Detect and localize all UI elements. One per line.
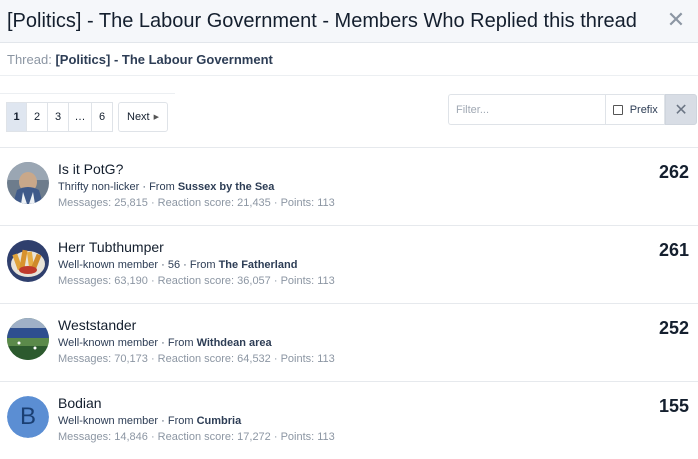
from-label: From — [149, 181, 175, 193]
member-stats: Messages: 25,815 · Reaction score: 21,43… — [58, 197, 335, 209]
close-icon: ✕ — [674, 101, 688, 119]
avatar-photo-icon — [7, 240, 49, 282]
member-title: Well-known member — [58, 415, 159, 427]
avatar[interactable] — [7, 240, 49, 282]
from-label: From — [167, 337, 194, 349]
avatar-photo-icon — [7, 162, 49, 204]
member-info: Thrifty non-licker · From Sussex by the … — [58, 181, 275, 193]
page-ellipsis-button[interactable]: … — [68, 102, 92, 132]
member-info: Well-known member · From Withdean area — [58, 337, 272, 349]
reply-count: 252 — [658, 318, 689, 338]
member-location: Sussex by the Sea — [177, 181, 275, 193]
reply-count: 155 — [658, 396, 689, 416]
divider — [0, 93, 175, 94]
reply-count: 261 — [658, 240, 689, 260]
list-item: Is it PotG? Thrifty non-licker · From Su… — [0, 147, 698, 225]
member-name-link[interactable]: Herr Tubthumper — [58, 239, 164, 255]
pagination: 1 2 3 … 6 Next ▶ — [6, 102, 169, 132]
clear-filter-button[interactable]: ✕ — [665, 94, 697, 125]
avatar-letter: B — [7, 396, 49, 438]
next-page-button[interactable]: Next ▶ — [118, 102, 169, 132]
from-label: From — [167, 415, 194, 427]
member-location: Cumbria — [196, 415, 242, 427]
member-location: Withdean area — [196, 337, 272, 349]
close-icon[interactable]: ✕ — [666, 9, 686, 31]
member-stats: Messages: 70,173 · Reaction score: 64,53… — [58, 353, 335, 365]
prefix-checkbox[interactable] — [612, 104, 623, 115]
member-stats: Messages: 63,190 · Reaction score: 36,05… — [58, 275, 335, 287]
page-2-button[interactable]: 2 — [26, 102, 48, 132]
avatar[interactable] — [7, 162, 49, 204]
member-name-link[interactable]: Bodian — [58, 395, 102, 411]
member-stats: Messages: 14,846 · Reaction score: 17,27… — [58, 431, 335, 443]
member-info: Well-known member · 56 · From The Father… — [58, 259, 298, 271]
page-6-button[interactable]: 6 — [91, 102, 113, 132]
page-3-button[interactable]: 3 — [47, 102, 69, 132]
thread-prefix-label: Thread: — [7, 52, 52, 67]
overlay-title: [Politics] - The Labour Government - Mem… — [7, 10, 637, 32]
list-item: Herr Tubthumper Well-known member · 56 ·… — [0, 225, 698, 303]
prefix-toggle[interactable]: Prefix — [605, 94, 666, 125]
prefix-label: Prefix — [629, 103, 658, 116]
list-item: B Bodian Well-known member · From Cumbri… — [0, 381, 698, 459]
thread-link[interactable]: [Politics] - The Labour Government — [55, 52, 272, 67]
member-name-link[interactable]: Is it PotG? — [58, 161, 123, 177]
caret-right-icon: ▶ — [153, 114, 160, 121]
avatar-photo-icon — [7, 318, 49, 360]
member-name-link[interactable]: Weststander — [58, 317, 136, 333]
member-title: Thrifty non-licker — [58, 181, 140, 193]
filter-bar: Prefix ✕ — [448, 94, 697, 125]
member-title: Well-known member · 56 — [58, 259, 181, 271]
member-list: Is it PotG? Thrifty non-licker · From Su… — [0, 147, 698, 459]
avatar[interactable]: B — [7, 396, 49, 438]
page-1-button[interactable]: 1 — [6, 102, 27, 132]
member-info: Well-known member · From Cumbria — [58, 415, 242, 427]
list-item: Weststander Well-known member · From Wit… — [0, 303, 698, 381]
avatar[interactable] — [7, 318, 49, 360]
member-location: The Fatherland — [218, 259, 298, 271]
reply-count: 262 — [658, 162, 689, 182]
next-label: Next — [127, 111, 150, 123]
thread-breadcrumb: Thread: [Politics] - The Labour Governme… — [7, 52, 273, 67]
overlay-header: [Politics] - The Labour Government - Mem… — [0, 0, 698, 43]
filter-input[interactable] — [448, 94, 606, 125]
divider — [0, 75, 698, 76]
from-label: From — [189, 259, 216, 271]
member-title: Well-known member — [58, 337, 159, 349]
